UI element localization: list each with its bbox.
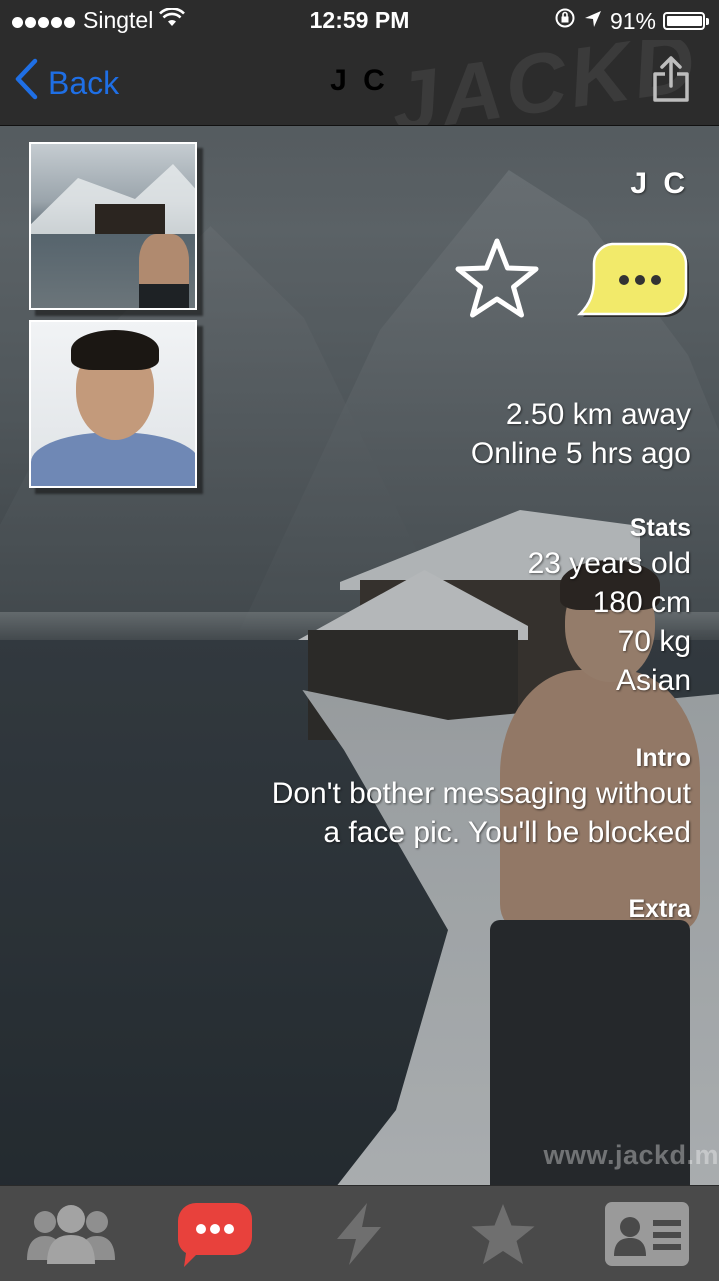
stat-age: 23 years old [527,547,691,580]
star-icon [471,1203,535,1264]
online-status: Online 5 hrs ago [470,437,691,470]
chat-button[interactable] [574,238,690,327]
intro-heading: Intro [635,744,691,772]
lightning-icon [337,1202,381,1265]
favorite-button[interactable] [453,236,541,325]
share-icon [653,56,689,102]
tab-bar [0,1185,719,1281]
orientation-lock-icon [554,7,576,35]
tab-favorites[interactable] [448,1186,558,1281]
location-arrow-icon [583,8,603,35]
intro-text-line: a face pic. You'll be blocked [323,816,691,849]
intro-section: Intro Don't bother messaging without a f… [272,742,691,852]
photo-thumbnail[interactable] [29,320,197,488]
tab-my-profile[interactable] [592,1186,702,1281]
stats-heading: Stats [629,514,691,542]
star-outline-icon [455,238,539,318]
photo-thumbnail[interactable] [29,142,197,310]
chat-bubble-icon [576,242,689,317]
status-bar: Singtel 12:59 PM 91% [0,0,719,40]
chat-icon [177,1202,252,1267]
battery-icon [663,12,709,30]
stat-weight: 70 kg [617,625,691,658]
profile-name: J C [630,167,689,200]
stats-section: Stats 23 years old 180 cm 70 kg Asian [528,512,691,700]
battery-percent: 91% [609,7,656,34]
distance-text: 2.50 km away [505,398,691,431]
extra-section: Extra [628,893,691,925]
navigation-bar: JACKD Back J C [0,40,719,126]
tab-people[interactable] [16,1186,126,1281]
watermark: www.jackd.m [543,1140,719,1170]
share-button[interactable] [651,54,691,109]
intro-text-line: Don't bother messaging without [271,777,691,810]
tab-chat[interactable] [160,1186,270,1281]
profile-card-icon [605,1201,689,1266]
stat-height: 180 cm [592,586,691,619]
stat-ethnicity: Asian [615,664,691,697]
people-icon [27,1204,115,1264]
extra-heading: Extra [628,895,691,923]
tab-activity[interactable] [304,1186,414,1281]
page-title: J C [330,64,389,97]
distance-info: 2.50 km away Online 5 hrs ago [471,395,691,473]
